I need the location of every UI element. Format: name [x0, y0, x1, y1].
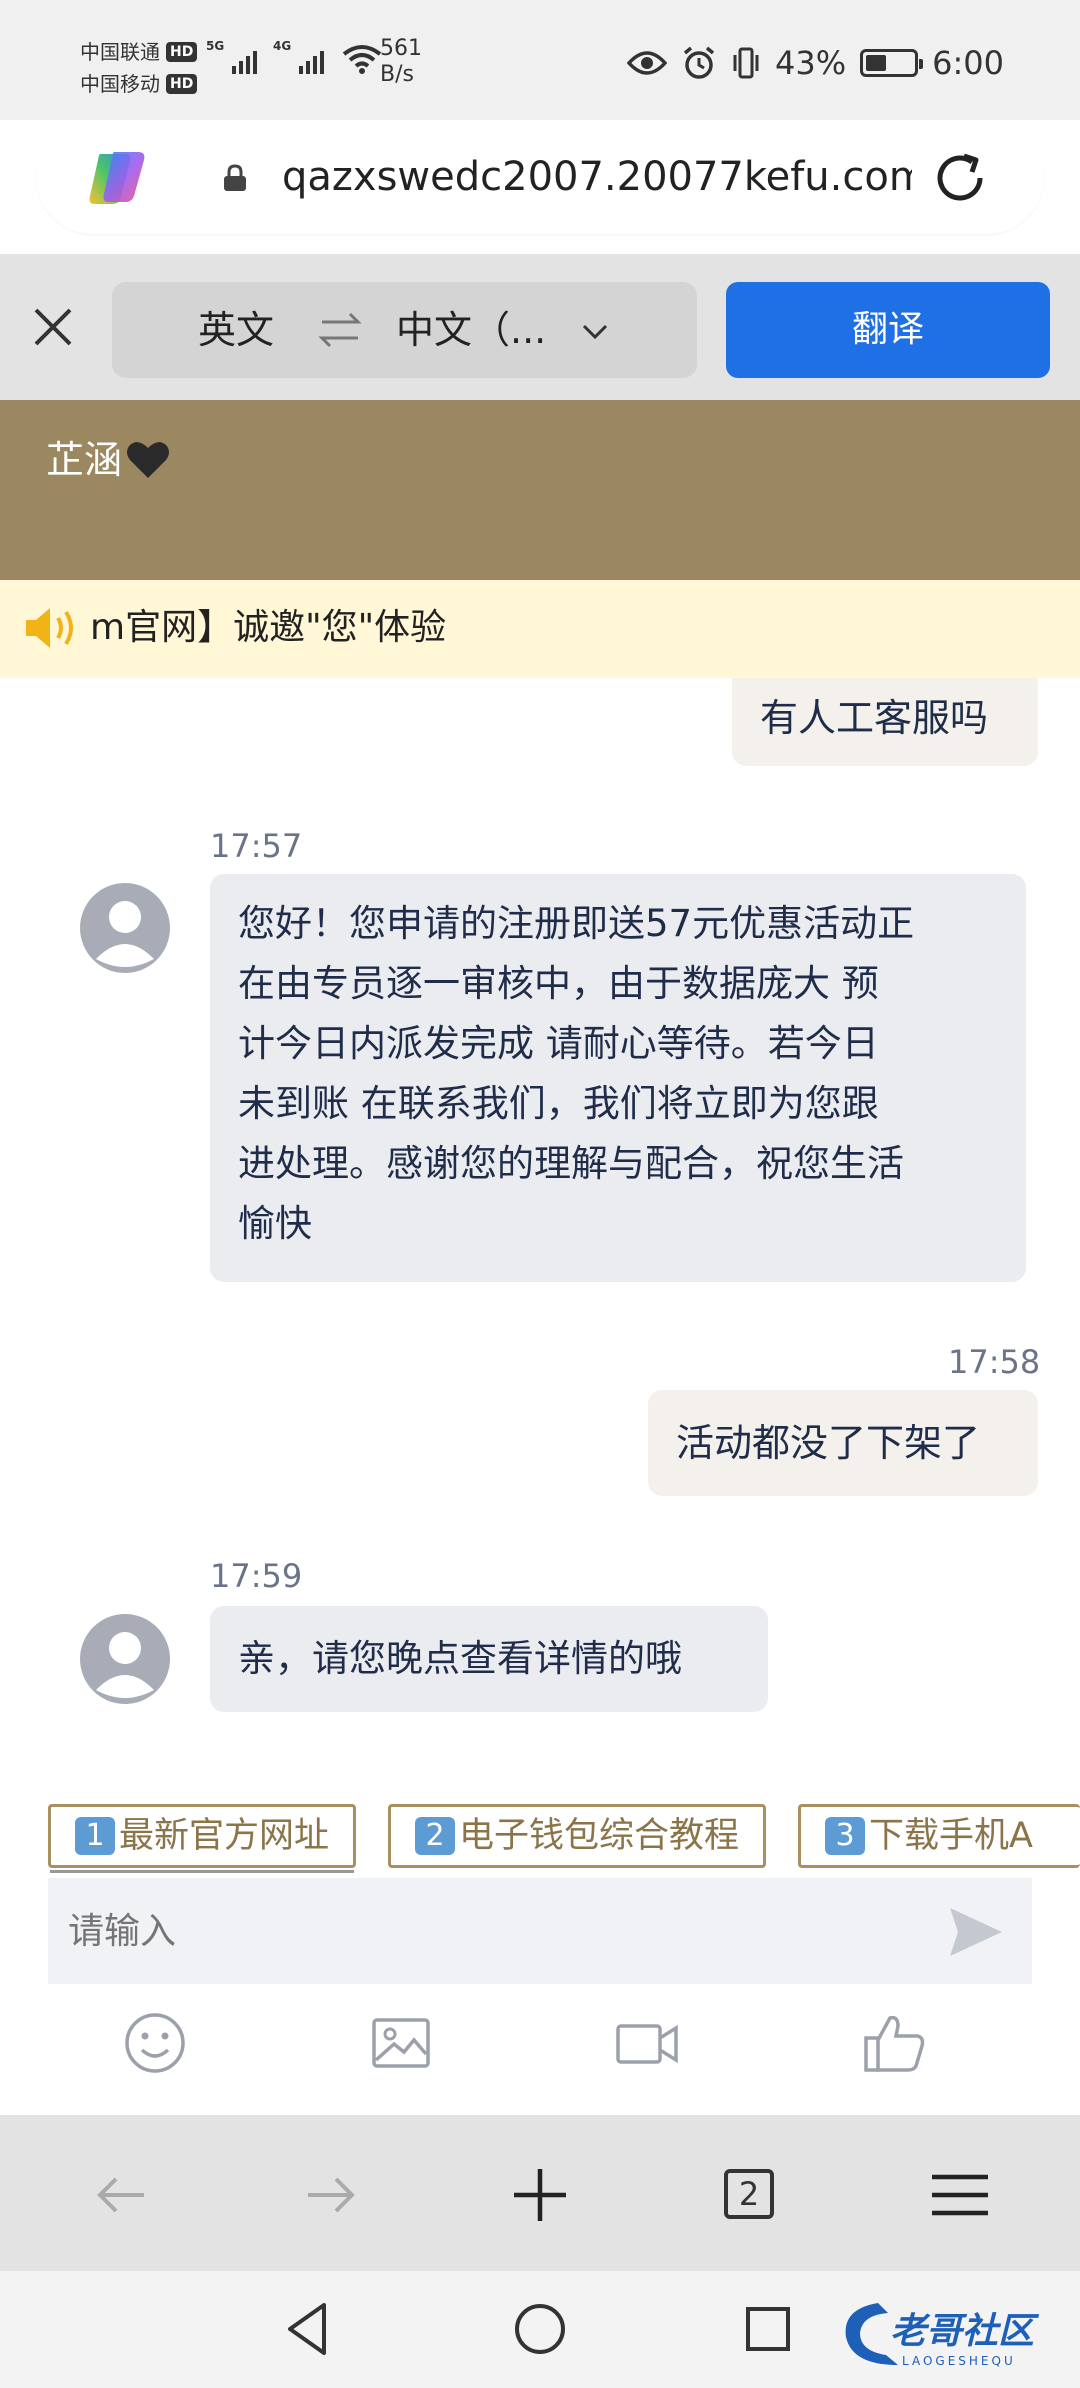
- message-text: 活动都没了下架了: [676, 1421, 981, 1465]
- lock-icon: [224, 164, 246, 191]
- target-language[interactable]: 中文（...: [396, 304, 546, 356]
- signal-icons: 5G 4G: [206, 39, 382, 74]
- forward-arrow-icon[interactable]: [300, 2165, 360, 2225]
- message-time: 17:57: [210, 827, 303, 865]
- quick-reply-label: 最新官方网址: [119, 1816, 330, 1856]
- message-text: 亲，请您晚点查看详情的哦: [238, 1637, 682, 1680]
- message-line: 在由专员逐一审核中，由于数据庞大 预: [238, 962, 879, 1005]
- incoming-message: 您好！您申请的注册即送57元优惠活动正 在由专员逐一审核中，由于数据庞大 预 计…: [210, 874, 1026, 1282]
- speaker-icon: [26, 608, 73, 648]
- user-icon: [96, 1632, 154, 1698]
- close-icon[interactable]: [30, 304, 76, 350]
- menu-icon[interactable]: [930, 2165, 990, 2225]
- message-line: 愉快: [238, 1202, 312, 1245]
- scroll-indicator: [50, 1870, 354, 1873]
- wifi-icon: [342, 45, 382, 74]
- tab-count[interactable]: 2: [724, 2169, 774, 2219]
- message-line: 您好！您申请的注册即送57元优惠活动正: [238, 902, 915, 945]
- message-text: 有人工客服吗: [760, 696, 989, 740]
- address-bar[interactable]: qazxswedc2007.20077kefu.com: [36, 120, 1044, 234]
- browser-nav-bar: 2: [0, 2115, 1080, 2271]
- notice-bar[interactable]: m官网】诚邀"您"体验: [0, 580, 1080, 678]
- message-input-area: [48, 1878, 1032, 1984]
- vibrate-icon: [733, 47, 759, 79]
- home-circle-icon[interactable]: [510, 2299, 570, 2359]
- quick-reply-3[interactable]: 3 下载手机A: [798, 1804, 1080, 1868]
- number-badge: 3: [825, 1817, 865, 1855]
- thumbs-up-icon[interactable]: [862, 2010, 928, 2076]
- image-icon[interactable]: [368, 2010, 434, 2076]
- video-icon[interactable]: [614, 2010, 680, 2076]
- battery-level: [866, 55, 886, 71]
- send-icon[interactable]: [946, 1902, 1006, 1962]
- avatar: [80, 1614, 170, 1704]
- notice-text: m官网】诚邀"您"体验: [90, 607, 447, 648]
- carrier-info: 中国联通 HD 中国移动 HD: [80, 36, 198, 100]
- carrier-1: 中国联通: [80, 40, 160, 64]
- watermark-logo: 老哥社区 LAOGESHEQU: [845, 2303, 1040, 2368]
- language-selector[interactable]: 英文 中文（...: [112, 282, 697, 378]
- message-line: 进处理。感谢您的理解与配合，祝您生活: [238, 1142, 904, 1185]
- incoming-message: 亲，请您晚点查看详情的哦: [210, 1606, 768, 1712]
- message-time: 17:58: [948, 1343, 1041, 1381]
- svg-text:LAOGESHEQU: LAOGESHEQU: [902, 2354, 1016, 2368]
- quick-reply-2[interactable]: 2 电子钱包综合教程: [388, 1804, 767, 1868]
- user-icon: [96, 901, 154, 967]
- signal-5g-icon: 5G: [206, 39, 257, 74]
- number-badge: 2: [415, 1817, 455, 1855]
- avatar: [80, 883, 170, 973]
- message-line: 未到账 在联系我们，我们将立即为您跟: [238, 1082, 879, 1125]
- chat-toolbar: [0, 2000, 1080, 2090]
- back-triangle-icon[interactable]: [280, 2299, 340, 2359]
- url-text[interactable]: qazxswedc2007.20077kefu.com: [282, 150, 912, 204]
- alarm-icon: [683, 46, 715, 79]
- battery-icon: [860, 49, 924, 77]
- message-time: 17:59: [210, 1557, 303, 1595]
- battery-percent: 43%: [775, 44, 847, 82]
- clock: 6:00: [932, 44, 1004, 82]
- message-input[interactable]: [68, 1900, 868, 1962]
- emoji-icon[interactable]: [122, 2010, 188, 2076]
- hd-badge: HD: [166, 42, 198, 62]
- status-bar: 中国联通 HD 中国移动 HD 5G 4G 561 B/s 43% 6:00: [0, 0, 1080, 120]
- net-speed: 561 B/s: [380, 36, 422, 87]
- message-line: 计今日内派发完成 请耐心等待。若今日: [238, 1022, 879, 1065]
- recents-square-icon[interactable]: [738, 2299, 798, 2359]
- chevron-down-icon[interactable]: [580, 316, 610, 346]
- outgoing-message: 活动都没了下架了: [648, 1390, 1038, 1496]
- chat-header: 芷涵: [0, 400, 1080, 580]
- number-badge: 1: [75, 1817, 115, 1855]
- system-nav-bar: 老哥社区 LAOGESHEQU: [0, 2271, 1080, 2388]
- outgoing-message: 有人工客服吗: [732, 678, 1038, 766]
- carrier-2: 中国移动: [80, 72, 160, 96]
- signal-4g-icon: 4G: [273, 39, 324, 74]
- black-heart-icon: [127, 442, 170, 478]
- browser-logo-icon: [89, 152, 145, 204]
- quick-reply-label: 下载手机A: [869, 1816, 1033, 1856]
- translate-button[interactable]: 翻译: [726, 282, 1050, 378]
- quick-reply-1[interactable]: 1 最新官方网址: [48, 1804, 357, 1868]
- back-arrow-icon[interactable]: [92, 2165, 152, 2225]
- quick-reply-label: 电子钱包综合教程: [459, 1816, 740, 1856]
- swap-icon[interactable]: [318, 310, 362, 350]
- agent-name: 芷涵: [46, 438, 123, 482]
- hd-badge: HD: [166, 74, 198, 94]
- source-language[interactable]: 英文: [198, 304, 274, 356]
- chat-title: 芷涵: [46, 434, 172, 486]
- svg-text:老哥社区: 老哥社区: [890, 2311, 1040, 2352]
- translate-bar: 英文 中文（... 翻译: [0, 254, 1080, 400]
- reload-icon[interactable]: [930, 148, 990, 208]
- eye-icon: [627, 51, 668, 75]
- new-tab-icon[interactable]: [510, 2165, 570, 2225]
